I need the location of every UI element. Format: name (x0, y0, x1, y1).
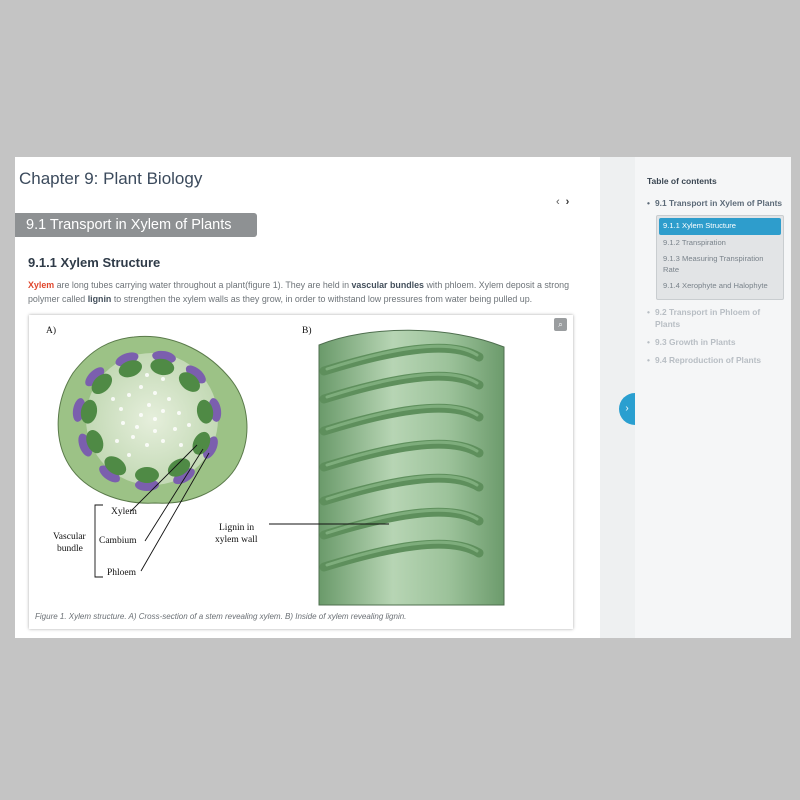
paragraph-text-3: to strengthen the xylem walls as they gr… (111, 293, 533, 304)
label-a: A) (46, 325, 56, 336)
content-panel: Chapter 9: Plant Biology ‹ › 9.1 Transpo… (15, 157, 600, 638)
section-title: 9.1 Transport in Xylem of Plants (15, 213, 257, 237)
term-xylem: Xylem (28, 280, 55, 290)
vascular-label-line1: Vascular (53, 532, 87, 542)
phloem-label: Phloem (107, 568, 137, 578)
term-vascular-bundles: vascular bundles (351, 280, 424, 290)
toc-item-9-2[interactable]: 9.2 Transport in Phloem of Plants (647, 306, 787, 330)
toc-item-9-3[interactable]: 9.3 Growth in Plants (647, 336, 787, 348)
prev-page-icon[interactable]: ‹ (556, 196, 560, 208)
table-of-contents: Table of contents 9.1 Transport in Xylem… (635, 157, 791, 638)
toc-subitem-9-1-4[interactable]: 9.1.4 Xerophyte and Halophyte (659, 278, 781, 295)
chapter-title: Chapter 9: Plant Biology (19, 169, 203, 188)
cambium-label: Cambium (99, 536, 137, 546)
toc-list: 9.1 Transport in Xylem of Plants 9.1.1 X… (647, 197, 787, 366)
body-paragraph: Xylem are long tubes carrying water thro… (28, 279, 588, 306)
xylem-illustration: A) B) Xylem Cambium Phloem Vascular bund… (46, 325, 505, 606)
next-page-icon[interactable]: › (566, 196, 570, 208)
lignin-label-line1: Lignin in (219, 523, 254, 533)
toc-item-9-1[interactable]: 9.1 Transport in Xylem of Plants (647, 197, 787, 209)
term-lignin: lignin (87, 293, 112, 304)
paragraph-text-1: are long tubes carrying water throughout… (54, 280, 352, 290)
lignin-label-line2: xylem wall (215, 535, 258, 545)
toc-subitem-9-1-2[interactable]: 9.1.2 Transpiration (659, 235, 781, 252)
figure-caption: Figure 1. Xylem structure. A) Cross-sect… (35, 612, 407, 621)
xylem-vessel: Lignin in xylem wall (215, 329, 505, 606)
app-window: Chapter 9: Plant Biology ‹ › 9.1 Transpo… (15, 157, 791, 638)
toc-item-9-4[interactable]: 9.4 Reproduction of Plants (647, 354, 787, 366)
zoom-icon[interactable]: ⌕ (554, 318, 567, 331)
vascular-label-line2: bundle (57, 544, 83, 554)
label-b: B) (302, 325, 312, 336)
figure: A) B) Xylem Cambium Phloem Vascular bund… (29, 315, 573, 629)
toc-subitem-9-1-1[interactable]: 9.1.1 Xylem Structure (659, 218, 781, 235)
subsection-title: 9.1.1 Xylem Structure (28, 255, 161, 270)
xylem-label: Xylem (111, 507, 137, 517)
toc-title: Table of contents (647, 176, 717, 186)
toc-subitem-9-1-3[interactable]: 9.1.3 Measuring Transpiration Rate (659, 251, 781, 278)
page-navigation: ‹ › (556, 196, 569, 208)
toc-subsection-list: 9.1.1 Xylem Structure 9.1.2 Transpiratio… (656, 215, 784, 300)
